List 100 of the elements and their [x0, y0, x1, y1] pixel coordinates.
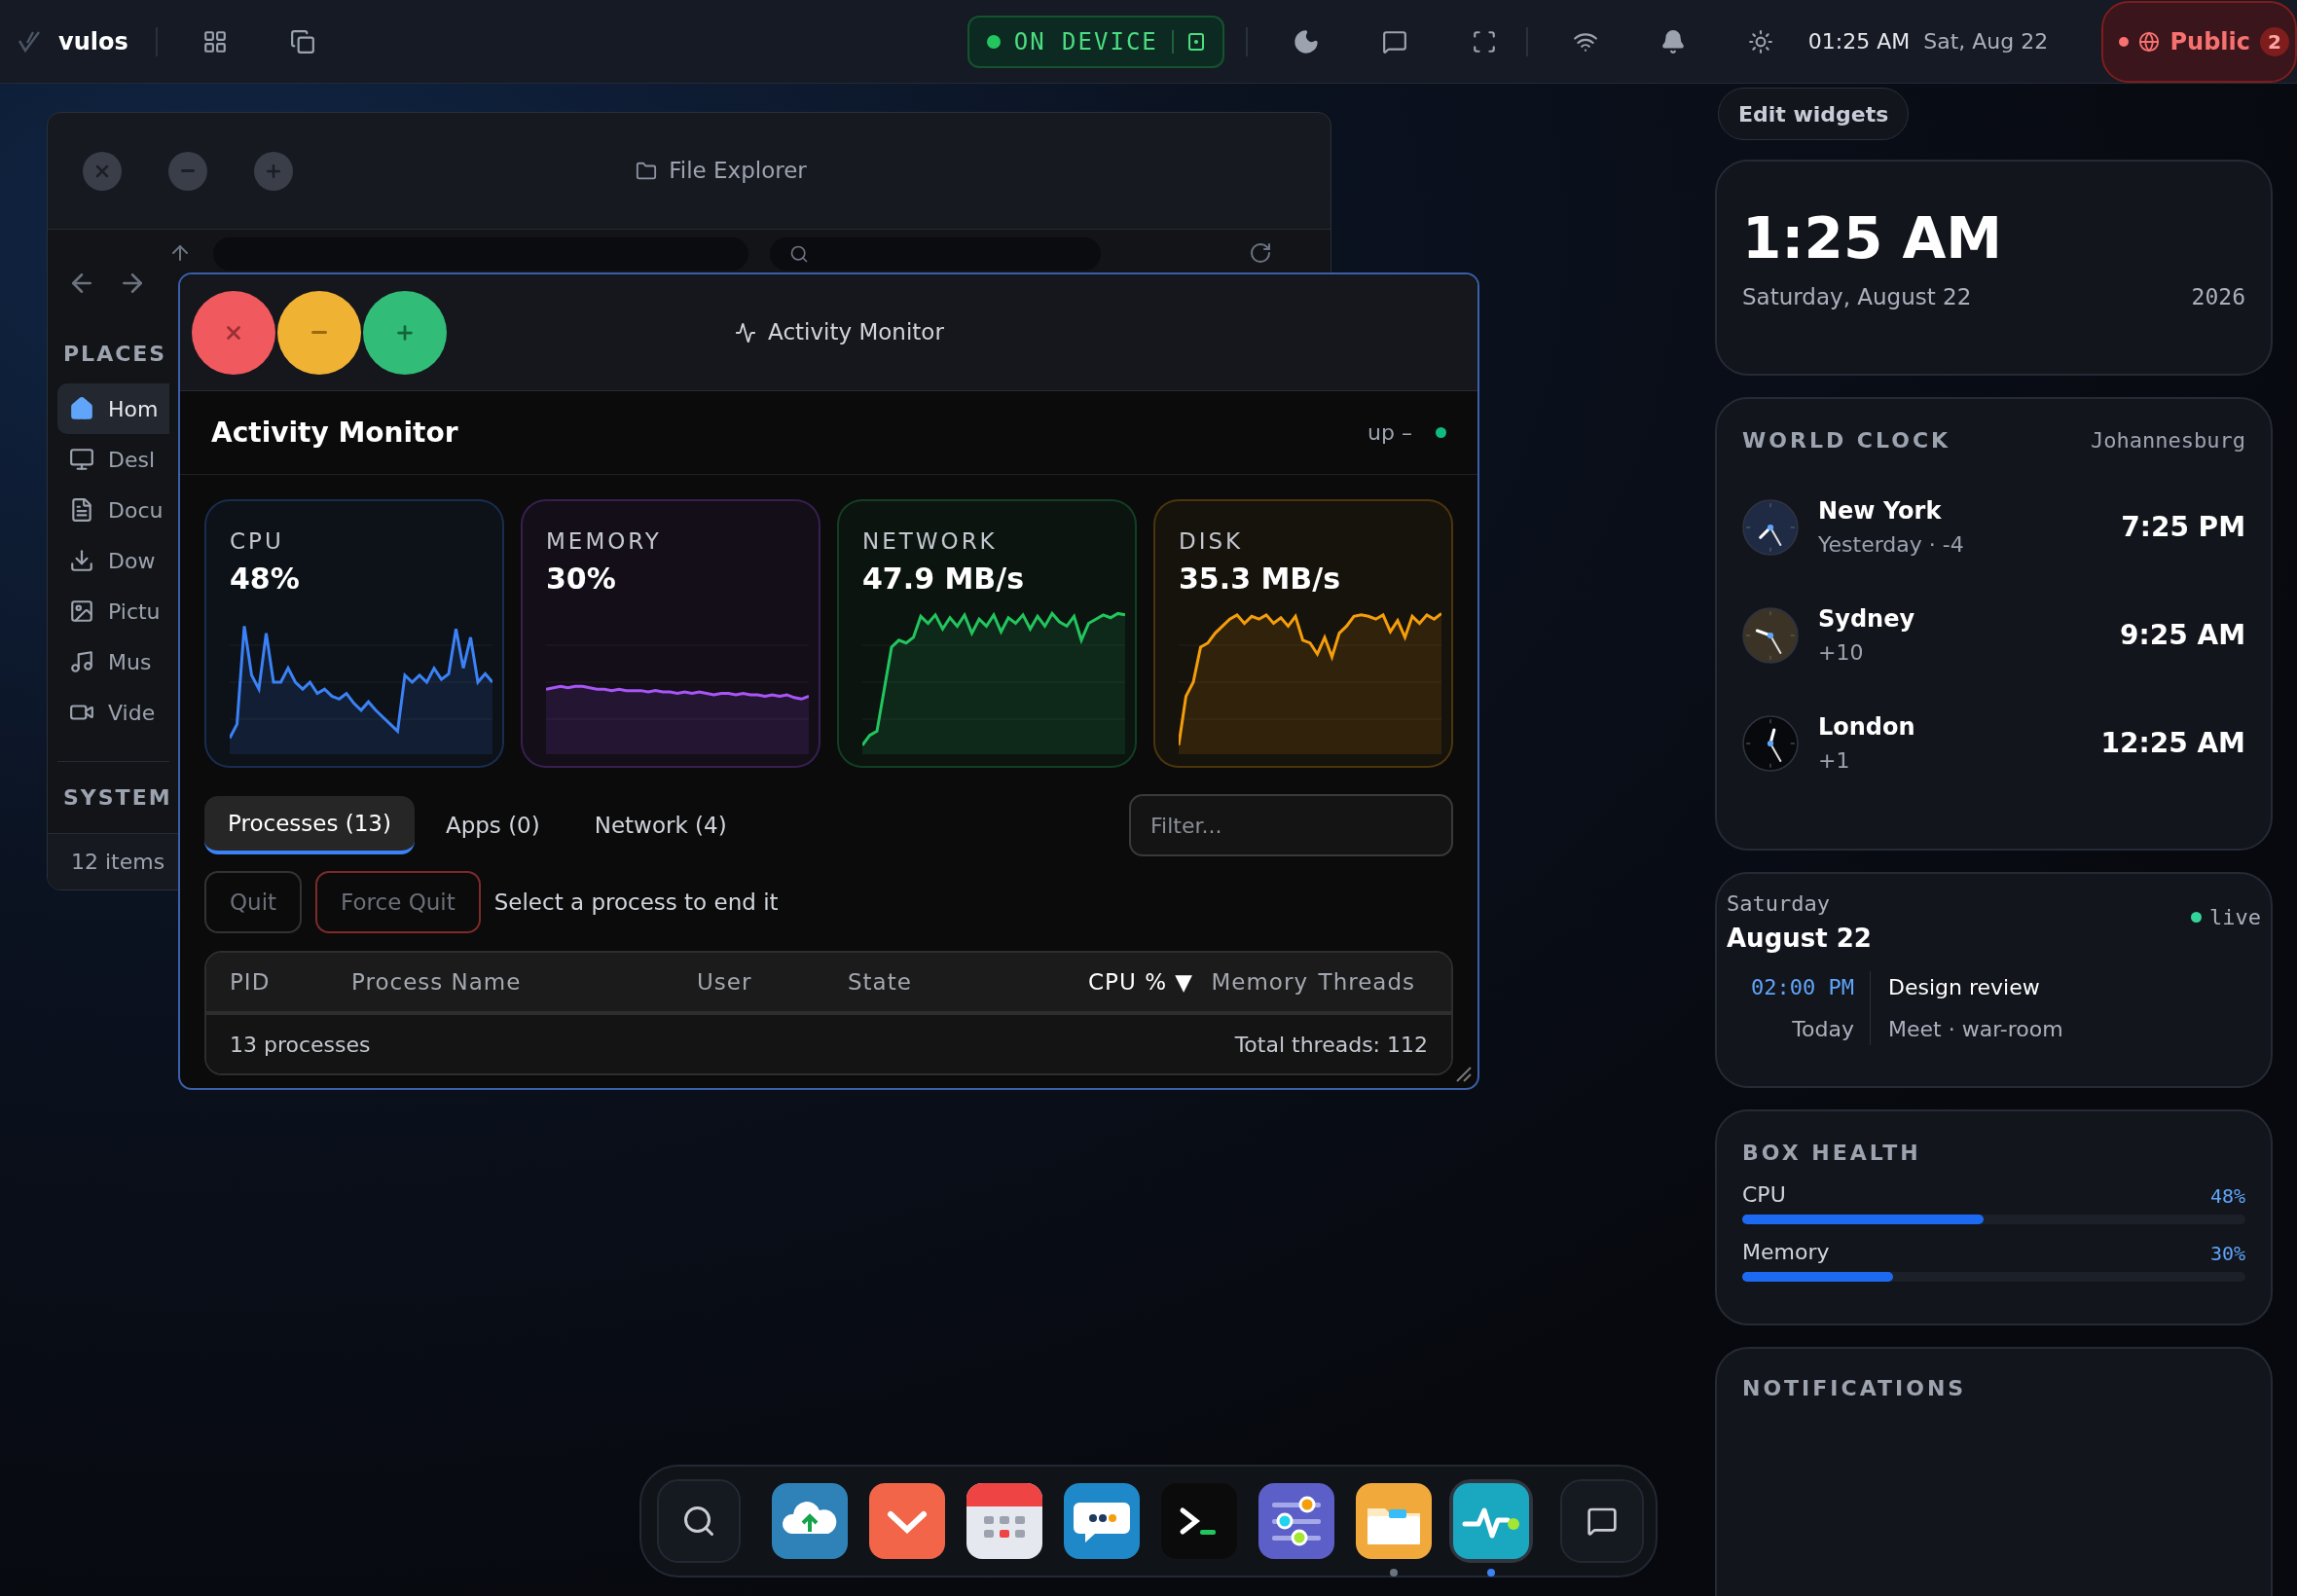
city-name: New York [1818, 496, 1943, 526]
event-day: Today [1792, 1013, 1854, 1045]
tab[interactable]: Processes (13) [204, 796, 415, 854]
column-header[interactable]: Threads [1308, 964, 1415, 999]
moon-icon[interactable] [1292, 27, 1320, 55]
fullscreen-icon[interactable] [1471, 28, 1497, 54]
metric-label: NETWORK [862, 530, 999, 553]
metric-label: CPU [230, 530, 285, 553]
device-status-pill[interactable]: ON DEVICE [966, 15, 1224, 68]
sidebar-item[interactable]: Desl [57, 434, 169, 485]
pulse-app-icon [1453, 1483, 1529, 1559]
tab[interactable]: Apps (0) [421, 796, 564, 854]
section-heading: PLACES [62, 341, 168, 368]
widget-heading: WORLD CLOCK [1742, 427, 1951, 454]
window-title: Activity Monitor [768, 318, 944, 347]
clock-date: Saturday, August 22 [1742, 283, 1972, 311]
metric-label: MEMORY [546, 530, 663, 553]
city-time: 9:25 AM [2120, 617, 2245, 653]
chevron-app-icon [869, 1483, 945, 1559]
widget-heading: BOX HEALTH [1742, 1140, 1922, 1167]
terminal-icon [1161, 1483, 1237, 1559]
home-city: Johannesburg [2091, 427, 2245, 454]
clock-face-icon [1742, 714, 1799, 772]
city-time: 12:25 AM [2100, 725, 2245, 761]
metric-label: DISK [1179, 530, 1245, 553]
chat-icon[interactable] [1381, 28, 1407, 54]
column-header[interactable]: CPU % ▼ [1033, 964, 1193, 999]
sidebar-item[interactable]: Docu [57, 485, 169, 535]
clock-time: 01:25 AM [1807, 28, 1911, 55]
chart-icon [735, 321, 757, 344]
search-field[interactable] [770, 237, 1101, 271]
message-icon [1586, 1505, 1618, 1537]
sidebar-item[interactable]: Vide [57, 687, 169, 738]
sliders-icon [1258, 1483, 1334, 1559]
column-header[interactable]: PID [230, 964, 351, 999]
calendar-weekday: Saturday [1727, 890, 1831, 918]
uptime-label: up – [1367, 419, 1412, 447]
column-header[interactable]: User [697, 964, 848, 999]
calendar-icon [966, 1483, 1042, 1559]
sidebar-icon [69, 396, 94, 421]
section-heading: SYSTEM [62, 784, 173, 812]
clock-time: 1:25 AM [1742, 210, 2004, 267]
chat-bubble-icon [1064, 1483, 1140, 1559]
minus-icon [181, 169, 195, 172]
edit-widgets-button[interactable]: Edit widgets [1718, 88, 1910, 140]
city-offset: Yesterday · -4 [1818, 531, 1964, 559]
sidebar-item[interactable]: Dow [57, 535, 169, 586]
apps-grid-icon[interactable] [201, 28, 228, 54]
folder-app-icon [1356, 1483, 1432, 1559]
city-offset: +1 [1818, 747, 1851, 775]
sidebar-item[interactable]: Hom [57, 383, 169, 434]
count-badge: 2 [2260, 26, 2289, 56]
network-pill[interactable]: Public 2 [2101, 0, 2297, 83]
meter-reading: 30% [2209, 1241, 2245, 1267]
thread-total: Total threads: 112 [1234, 1031, 1428, 1059]
dock-item[interactable] [1560, 1479, 1644, 1563]
resize-grip-icon[interactable] [1454, 1065, 1472, 1082]
brand-name: vulos [58, 26, 128, 57]
widget-heading: NOTIFICATIONS [1742, 1375, 1968, 1402]
event-time: 02:00 PM [1751, 974, 1854, 1001]
device-icon [1186, 31, 1205, 52]
event-title: Design review [1888, 974, 2041, 1001]
dock-item[interactable] [657, 1479, 741, 1563]
hint-text: Select a process to end it [493, 888, 779, 917]
status-label: ON DEVICE [1013, 26, 1158, 57]
clock-face-icon [1742, 498, 1799, 556]
sidebar-icon [69, 447, 94, 472]
city-name: Sydney [1818, 604, 1915, 635]
sidebar-icon [69, 497, 94, 523]
metric-value: 47.9 MB/s [862, 564, 1025, 594]
sidebar-item[interactable]: Mus [57, 636, 169, 687]
city-time: 7:25 PM [2121, 509, 2245, 545]
sidebar-item[interactable]: Pictu [57, 586, 169, 636]
search-icon [681, 1504, 716, 1539]
item-count: 12 items [71, 849, 165, 876]
refresh-icon[interactable] [1249, 241, 1272, 265]
column-header[interactable]: Memory [1193, 964, 1308, 999]
globe-icon [2138, 30, 2161, 53]
live-label: live [2209, 904, 2261, 931]
calendar-date: August 22 [1727, 923, 1872, 955]
search-icon [789, 244, 809, 264]
dock-item[interactable] [1449, 1479, 1533, 1563]
meter-reading: 48% [2209, 1183, 2245, 1210]
sidebar-icon [69, 649, 94, 674]
meter-label: Memory [1742, 1239, 1830, 1266]
tab[interactable]: Network (4) [570, 796, 750, 854]
metric-value: 48% [230, 564, 301, 594]
event-location: Meet · war-room [1888, 1016, 2063, 1043]
brightness-icon[interactable] [1747, 28, 1773, 54]
city-name: London [1818, 712, 1915, 743]
notifications-icon[interactable] [1659, 28, 1686, 54]
column-header[interactable]: State [848, 964, 1033, 999]
filter-field[interactable]: Filter... [1129, 794, 1453, 856]
column-header[interactable]: Process Name [351, 964, 697, 999]
clock-date: Sat, Aug 22 [1923, 28, 2049, 55]
windows-icon[interactable] [289, 28, 315, 54]
folder-icon [636, 160, 658, 182]
window-title: File Explorer [669, 157, 807, 186]
metric-value: 30% [546, 564, 617, 594]
process-count: 13 processes [230, 1031, 371, 1059]
